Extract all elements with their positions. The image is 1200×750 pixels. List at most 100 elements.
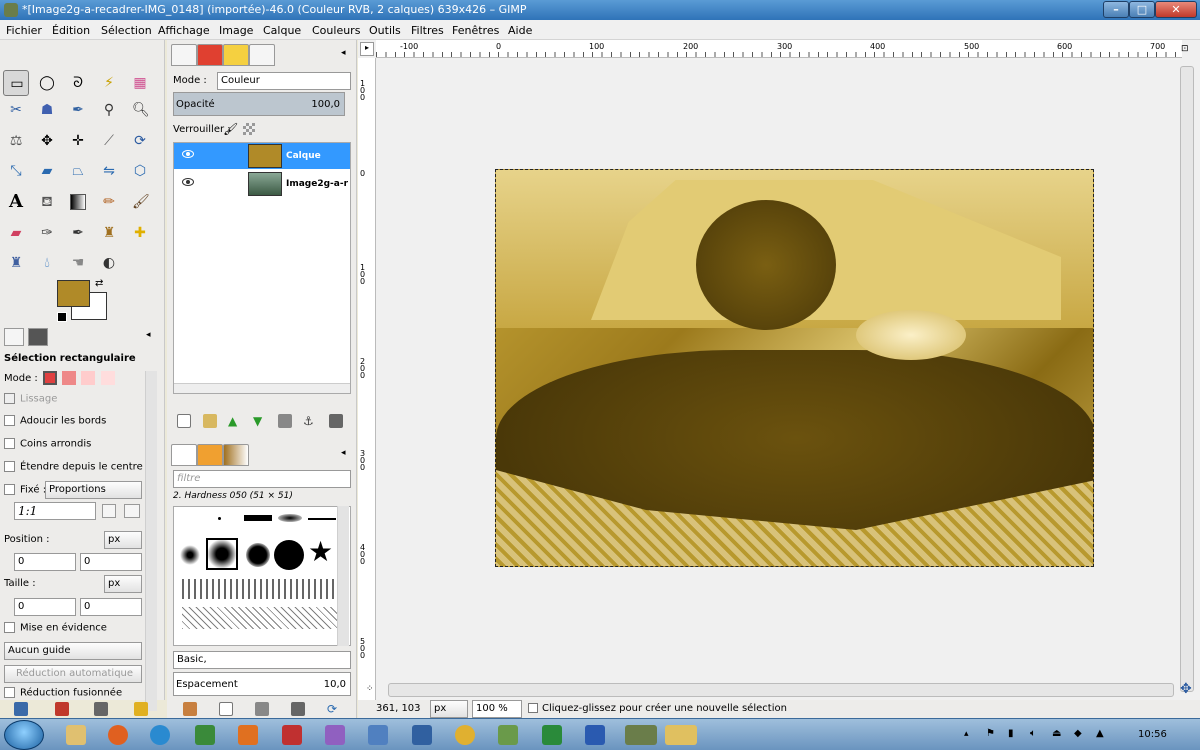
- cancel-action-icon[interactable]: [528, 703, 538, 713]
- airbrush-tool[interactable]: ✑: [34, 220, 60, 246]
- reduction-fusion-checkbox[interactable]: [4, 687, 15, 698]
- excel-icon[interactable]: [542, 725, 562, 745]
- app-icon[interactable]: [412, 725, 432, 745]
- adoucir-checkbox[interactable]: [4, 415, 15, 426]
- layer-row[interactable]: Calque: [174, 143, 350, 169]
- rotate-tool[interactable]: ⟳: [127, 128, 153, 154]
- menu-edition[interactable]: Édition: [52, 24, 90, 37]
- usb-icon[interactable]: ⏏: [1052, 728, 1061, 739]
- taille-x-input[interactable]: 0: [14, 598, 76, 616]
- taille-unit-dropdown[interactable]: px: [104, 575, 142, 593]
- blend-tool[interactable]: [65, 189, 91, 215]
- menu-image[interactable]: Image: [219, 24, 253, 37]
- brush-block[interactable]: [244, 515, 272, 521]
- menu-calque[interactable]: Calque: [263, 24, 301, 37]
- menu-couleurs[interactable]: Couleurs: [312, 24, 360, 37]
- clock[interactable]: 10:56: [1138, 729, 1167, 740]
- tray-icon[interactable]: ◆: [1074, 728, 1082, 739]
- position-unit-dropdown[interactable]: px: [104, 531, 142, 549]
- brush-scrollbar[interactable]: [337, 506, 349, 646]
- foreground-color[interactable]: [57, 280, 90, 307]
- brushes-menu-icon[interactable]: ◂: [341, 448, 346, 458]
- align-tool[interactable]: ✛: [65, 128, 91, 154]
- shear-tool[interactable]: ▰: [34, 158, 60, 184]
- text-tool[interactable]: A: [3, 189, 29, 215]
- blur-tool[interactable]: 💧︎: [34, 250, 60, 276]
- channels-tab[interactable]: [197, 44, 223, 66]
- paths-tab[interactable]: [223, 44, 249, 66]
- scale-tool[interactable]: ⤡: [3, 158, 29, 184]
- rect-select-tool[interactable]: ▭: [3, 70, 29, 96]
- guide-dropdown[interactable]: Aucun guide: [4, 642, 142, 660]
- layer-row[interactable]: Image2g-a-recadrer: [174, 171, 350, 197]
- heal-tool[interactable]: ✚: [127, 220, 153, 246]
- explorer-icon[interactable]: [66, 725, 86, 745]
- brushes-tab[interactable]: [171, 444, 197, 466]
- brush-line[interactable]: [308, 518, 336, 520]
- device-status-tab[interactable]: [28, 328, 48, 346]
- ie-icon[interactable]: [150, 725, 170, 745]
- save-options-icon[interactable]: [14, 702, 28, 716]
- patterns-tab[interactable]: [197, 444, 223, 466]
- dodge-burn-tool[interactable]: ◐: [96, 250, 122, 276]
- ratio-input[interactable]: 1:1: [14, 502, 96, 520]
- anchor-layer-icon[interactable]: ⚓︎: [303, 414, 317, 428]
- mode-subtract-icon[interactable]: [81, 371, 96, 385]
- brush-hardness-075[interactable]: [246, 543, 270, 567]
- paintbrush-tool[interactable]: 🖌︎: [127, 189, 153, 215]
- brush-texture-row[interactable]: [182, 607, 346, 629]
- menu-fichier[interactable]: Fichier: [6, 24, 42, 37]
- brush-splatter-row[interactable]: [182, 579, 346, 599]
- brush-star[interactable]: ★: [308, 537, 333, 567]
- gimp-taskbar-icon[interactable]: [625, 725, 657, 745]
- landscape-button[interactable]: [124, 504, 140, 518]
- navigation-cross-icon[interactable]: ✥: [1180, 681, 1192, 697]
- flag-icon[interactable]: ⚑: [986, 728, 995, 739]
- app-icon[interactable]: [282, 725, 302, 745]
- zoom-dropdown[interactable]: 100 %: [472, 700, 522, 718]
- duplicate-brush-icon[interactable]: [255, 702, 269, 716]
- free-select-tool[interactable]: ᘐ: [65, 70, 91, 96]
- taille-y-input[interactable]: 0: [80, 598, 142, 616]
- start-button[interactable]: [4, 720, 44, 750]
- undo-tab[interactable]: [249, 44, 275, 66]
- foreground-select-tool[interactable]: ☗: [34, 97, 60, 123]
- tray-icon[interactable]: ▲: [1096, 728, 1104, 739]
- tool-options-scrollbar[interactable]: [145, 371, 157, 711]
- network-icon[interactable]: ▮: [1008, 728, 1014, 739]
- edit-brush-icon[interactable]: [183, 702, 197, 716]
- gradients-tab[interactable]: [223, 444, 249, 466]
- maximize-button[interactable]: □: [1129, 1, 1155, 18]
- brush-pixel[interactable]: [218, 517, 221, 520]
- image-canvas[interactable]: [495, 169, 1094, 567]
- close-button[interactable]: ✕: [1155, 1, 1197, 18]
- refresh-brushes-icon[interactable]: ⟳: [327, 702, 341, 716]
- fixe-dropdown[interactable]: Proportions: [45, 481, 142, 499]
- app-icon[interactable]: [368, 725, 388, 745]
- etendre-checkbox[interactable]: [4, 461, 15, 472]
- app-taskbar-icon[interactable]: [665, 725, 697, 745]
- flip-tool[interactable]: ⇋: [96, 158, 122, 184]
- tray-expand-icon[interactable]: ▴: [964, 729, 969, 739]
- menu-fenetres[interactable]: Fenêtres: [452, 24, 499, 37]
- eraser-tool[interactable]: ▰: [3, 220, 29, 246]
- media-icon[interactable]: [238, 725, 258, 745]
- position-x-input[interactable]: 0: [14, 553, 76, 571]
- crop-tool[interactable]: ⟋: [96, 128, 122, 154]
- spacing-slider[interactable]: Espacement 10,0: [173, 672, 351, 696]
- app-icon[interactable]: [325, 725, 345, 745]
- position-y-input[interactable]: 0: [80, 553, 142, 571]
- word-icon[interactable]: [585, 725, 605, 745]
- mise-checkbox[interactable]: [4, 622, 15, 633]
- etendre-row[interactable]: Étendre depuis le centre: [4, 461, 143, 473]
- layers-tab[interactable]: [171, 44, 197, 66]
- menu-aide[interactable]: Aide: [508, 24, 532, 37]
- mise-row[interactable]: Mise en évidence: [4, 622, 107, 634]
- new-brush-icon[interactable]: [219, 702, 233, 716]
- app-icon[interactable]: [195, 725, 215, 745]
- menu-filtres[interactable]: Filtres: [411, 24, 444, 37]
- mode-add-icon[interactable]: [62, 371, 77, 385]
- visibility-eye-icon[interactable]: [182, 178, 194, 186]
- fixe-checkbox[interactable]: [4, 484, 15, 495]
- visibility-eye-icon[interactable]: [182, 150, 194, 158]
